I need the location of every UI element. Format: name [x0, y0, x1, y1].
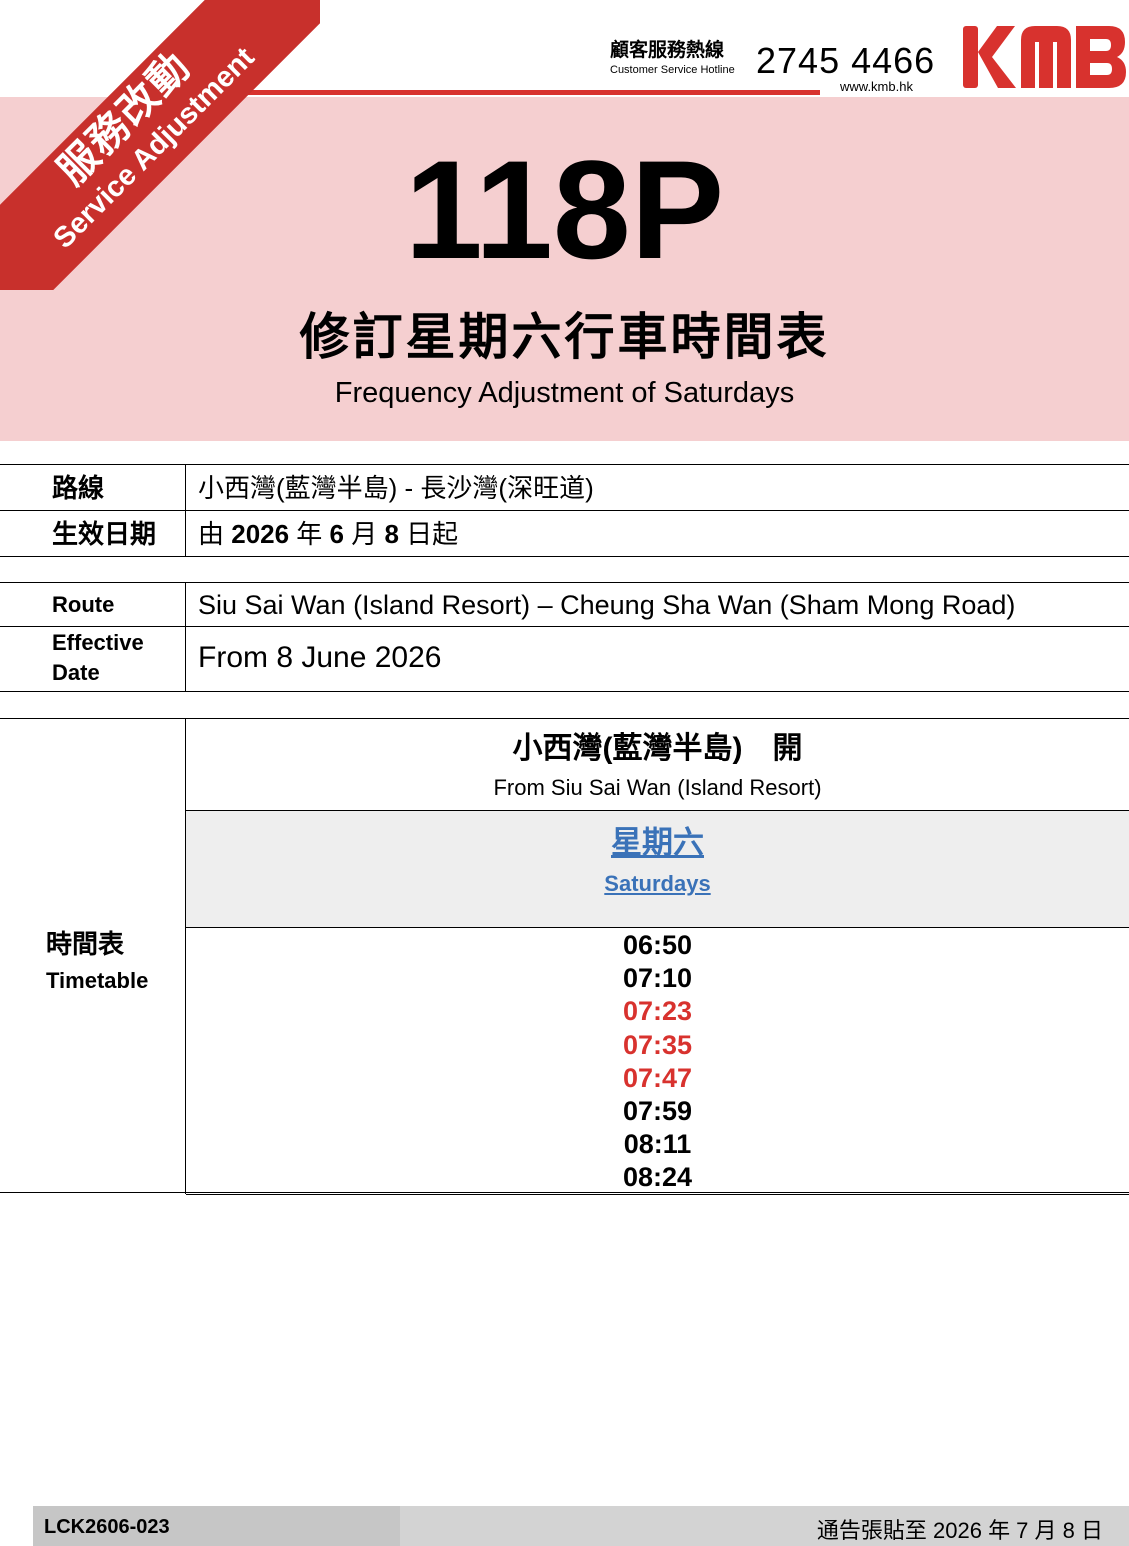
table-border — [185, 582, 186, 691]
table-border — [0, 691, 1129, 692]
departure-time: 07:23 — [622, 996, 693, 1027]
table-border — [0, 626, 1129, 627]
hotline-number: 2745 4466 — [756, 40, 936, 81]
table-border — [186, 927, 1129, 928]
departure-time: 08:11 — [623, 1129, 692, 1160]
departure-time: 07:35 — [622, 1029, 693, 1060]
departure-time: 06:50 — [622, 930, 693, 960]
timetable-label-en: Timetable — [46, 968, 149, 993]
route-label-zh: 路線 — [52, 473, 105, 503]
departure-terminus-zh: 小西灣(藍灣半島) 開 — [512, 732, 803, 765]
departure-time: 07:47 — [622, 1062, 693, 1093]
day-label-en[interactable]: Saturdays — [186, 870, 1129, 898]
kmb-logo — [963, 26, 1126, 88]
effective-date-label-zh: 生效日期 — [52, 519, 157, 549]
departure-time: 08:24 — [622, 1162, 693, 1193]
effective-date-value-zh: 由 2026 年 6 月 8 日起 — [198, 519, 459, 549]
departure-terminus-en: From Siu Sai Wan (Island Resort) — [493, 775, 822, 800]
route-value-en: Siu Sai Wan (Island Resort) – Cheung Sha… — [198, 590, 1016, 620]
departure-time: 07:59 — [622, 1096, 693, 1127]
notice-title-zh: 修訂星期六行車時間表 — [299, 309, 830, 365]
notice-code: LCK2606-023 — [44, 1516, 170, 1538]
hotline-label: 顧客服務熱線 Customer Service Hotline — [610, 40, 735, 78]
route-value-zh: 小西灣(藍灣半島) - 長沙灣(深旺道) — [198, 473, 594, 503]
table-border — [185, 464, 186, 556]
table-border — [0, 718, 1129, 719]
route-label-en: Route — [52, 592, 115, 617]
hotline-label-en: Customer Service Hotline — [610, 64, 735, 76]
effective-date-value-en: From 8 June 2026 — [198, 641, 442, 674]
website-link[interactable]: www.kmb.hk — [840, 79, 913, 94]
notice-title-en: Frequency Adjustment of Saturdays — [334, 377, 795, 409]
day-label-zh[interactable]: 星期六 — [186, 822, 1129, 864]
departure-time: 07:10 — [622, 963, 693, 994]
table-border — [0, 582, 1129, 583]
effective-date-label-en: Effective Date — [52, 630, 144, 685]
table-border — [0, 510, 1129, 511]
hotline-label-zh: 顧客服務熱線 — [610, 40, 725, 61]
posting-until-note: 通告張貼至 2026 年 7 月 8 日 — [816, 1518, 1103, 1543]
departure-times-list: 06:50 07:10 07:23 07:35 07:47 07:59 08:11 08:24 — [186, 929, 1129, 1195]
service-adjustment-badge: 服務改動 Service Adjustment — [0, 0, 320, 290]
table-border — [0, 556, 1129, 557]
table-border — [0, 464, 1129, 465]
timetable-label-zh: 時間表 — [46, 929, 125, 959]
